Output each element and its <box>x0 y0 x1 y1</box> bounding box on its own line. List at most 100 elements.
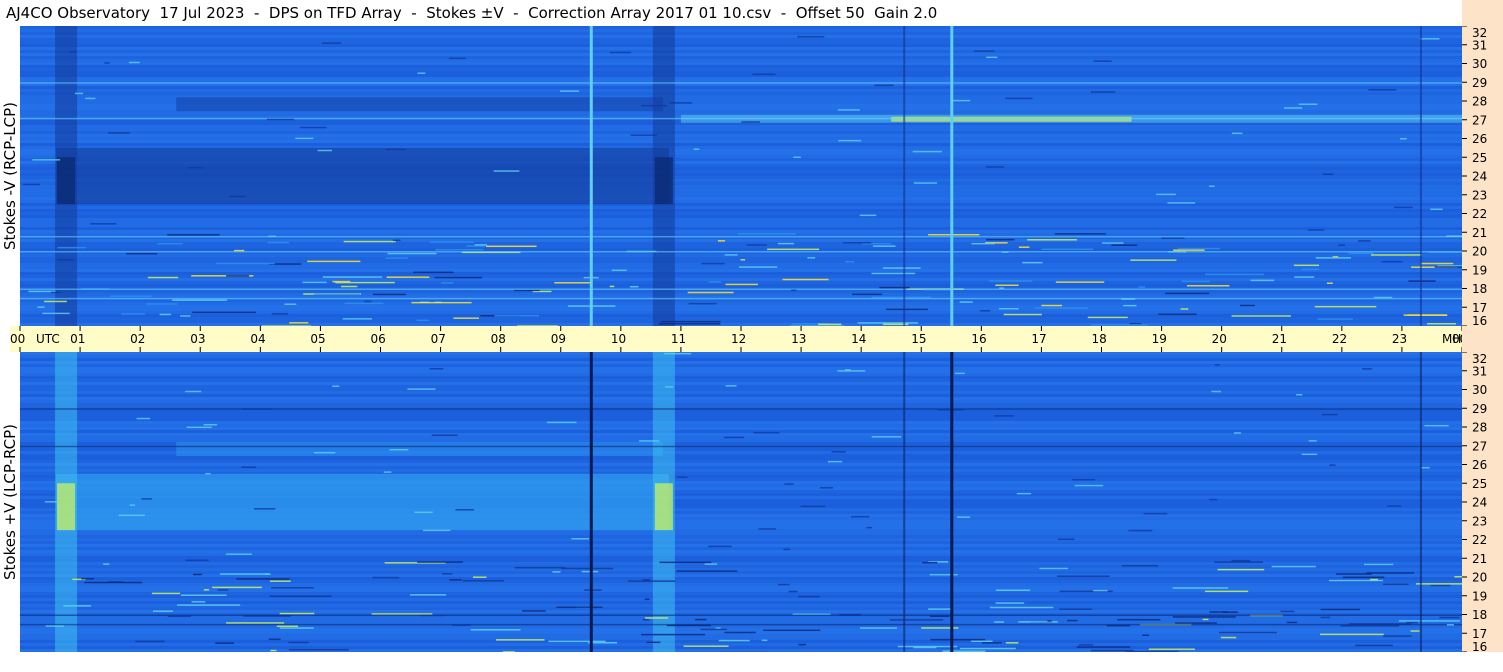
noise-streak <box>1214 364 1220 366</box>
noise-streak <box>913 646 937 649</box>
noise-streak <box>1205 273 1265 276</box>
texture-row <box>20 221 1462 224</box>
noise-streak <box>1181 280 1210 283</box>
noise-streak <box>782 278 829 281</box>
noise-streak <box>1138 286 1146 288</box>
texture-row <box>20 595 1462 598</box>
noise-streak <box>453 317 479 319</box>
texture-row <box>20 535 1462 538</box>
noise-streak <box>322 276 383 278</box>
noise-streak <box>1072 478 1096 481</box>
noise-streak <box>644 598 650 601</box>
noise-streak <box>990 606 1054 609</box>
noise-streak <box>646 641 661 644</box>
noise-streak <box>629 285 639 288</box>
texture-row <box>20 616 1462 619</box>
noise-streak <box>1177 247 1220 250</box>
noise-streak <box>1165 292 1210 295</box>
noise-streak <box>135 640 165 643</box>
time-tick-label: 19 <box>1152 332 1167 346</box>
noise-streak <box>321 42 342 44</box>
noise-streak <box>265 573 271 575</box>
noise-streak <box>1420 466 1430 469</box>
noise-streak <box>340 285 358 288</box>
noise-streak <box>186 426 212 429</box>
noise-streak <box>435 248 484 251</box>
noise-streak <box>837 370 866 372</box>
noise-streak <box>626 250 657 253</box>
noise-streak <box>1326 282 1333 284</box>
noise-streak <box>985 166 1004 168</box>
noise-streak <box>857 322 919 324</box>
noise-streak <box>1022 261 1043 264</box>
noise-streak <box>129 504 136 506</box>
bright-band <box>56 473 669 531</box>
noise-streak <box>845 261 855 263</box>
noise-streak <box>1370 578 1379 581</box>
noise-streak <box>999 307 1019 310</box>
noise-streak <box>1078 644 1094 646</box>
noise-streak <box>462 579 504 582</box>
freq-tick-label: 30 <box>1472 383 1487 397</box>
noise-streak <box>1218 631 1277 634</box>
noise-streak <box>1366 572 1414 574</box>
texture-row <box>20 634 1462 637</box>
noise-streak <box>1057 538 1075 541</box>
noise-streak <box>486 245 537 248</box>
noise-streak <box>431 434 458 436</box>
texture-row <box>20 544 1462 547</box>
noise-streak <box>44 300 67 303</box>
noise-streak <box>874 84 894 87</box>
texture-row <box>20 628 1462 631</box>
time-tick-label: 20 <box>1212 332 1227 346</box>
noise-streak <box>950 99 971 102</box>
noise-streak <box>1231 132 1243 135</box>
noise-streak <box>1314 305 1377 308</box>
texture-row <box>20 598 1462 601</box>
noise-streak <box>180 315 191 317</box>
noise-streak <box>289 322 309 324</box>
texture-row <box>20 29 1462 32</box>
noise-streak <box>270 649 277 652</box>
noise-streak <box>1387 505 1402 507</box>
noise-streak <box>783 548 791 551</box>
top-spectrogram <box>20 26 1462 326</box>
texture-row <box>20 35 1462 38</box>
noise-streak <box>556 606 603 609</box>
noise-streak <box>793 156 801 159</box>
noise-streak <box>185 559 209 562</box>
noise-streak <box>85 97 96 100</box>
texture-row <box>20 433 1462 436</box>
texture-row <box>20 134 1462 137</box>
noise-streak <box>495 639 545 641</box>
bright-blotch <box>654 483 673 531</box>
noise-streak <box>74 92 84 95</box>
texture-row <box>20 41 1462 44</box>
noise-streak <box>152 610 173 612</box>
noise-streak <box>420 614 446 617</box>
noise-streak <box>1383 583 1409 586</box>
texture-row <box>20 59 1462 62</box>
noise-streak <box>767 248 820 251</box>
noise-streak <box>128 61 140 64</box>
noise-streak <box>1280 610 1295 613</box>
texture-row <box>20 367 1462 370</box>
noise-streak <box>472 576 487 578</box>
noise-streak <box>332 280 351 283</box>
texture-row <box>20 242 1462 245</box>
texture-row <box>20 610 1462 613</box>
noise-streak <box>989 280 1033 282</box>
vertical-line <box>903 352 906 652</box>
time-tick-label: 02 <box>130 332 145 346</box>
noise-streak <box>1211 390 1222 393</box>
noise-streak <box>1217 568 1265 571</box>
noise-streak <box>302 281 327 284</box>
noise-streak <box>44 501 59 503</box>
texture-row <box>20 65 1462 68</box>
freq-tick-label: 26 <box>1472 458 1487 472</box>
noise-streak <box>284 303 297 305</box>
noise-streak <box>1419 38 1440 40</box>
texture-row <box>20 607 1462 610</box>
noise-streak <box>1329 464 1336 466</box>
freq-tick-label: 24 <box>1472 496 1487 510</box>
